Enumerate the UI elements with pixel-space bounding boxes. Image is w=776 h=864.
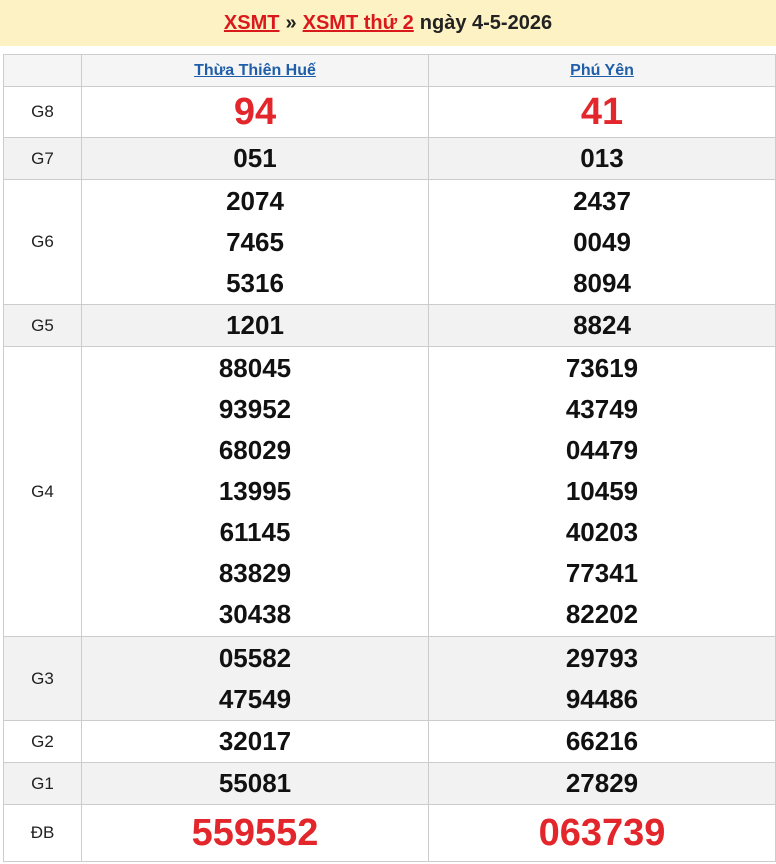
prize-number: 68029 [218, 435, 292, 465]
prize-number: 93952 [218, 394, 292, 424]
prize-row-g6: G6 2074 7465 5316 2437 0049 8094 [3, 179, 776, 305]
prize-number: 61145 [219, 517, 291, 547]
prize-number: 04479 [565, 435, 639, 465]
prize-cell-province-2: 8824 [428, 304, 776, 347]
prize-label: G7 [3, 137, 82, 180]
prize-cell-province-2: 41 [428, 86, 776, 138]
prize-number: 1201 [226, 310, 284, 340]
prize-cell-province-2: 063739 [428, 804, 776, 862]
xsmt-day-link[interactable]: XSMT thứ 2 [303, 12, 414, 35]
prize-row-g3: G3 05582 47549 29793 94486 [3, 636, 776, 721]
prize-row-g5: G5 1201 8824 [3, 304, 776, 347]
prize-cell-province-2: 27829 [428, 762, 776, 805]
results-table: Thừa Thiên Huế Phú Yên G8 94 41 G7 051 013 G6 2… [3, 54, 776, 862]
prize-row-g1: G1 55081 27829 [3, 762, 776, 805]
prize-number: 10459 [565, 476, 639, 506]
prize-row-g7: G7 051 013 [3, 137, 776, 180]
prize-number: 94486 [565, 683, 639, 714]
prize-number: 27829 [565, 768, 639, 798]
prize-number: 0049 [573, 226, 631, 257]
prize-number: 94 [233, 90, 277, 133]
prize-number: 66216 [565, 726, 639, 756]
prize-number: 55081 [218, 768, 292, 798]
province-header-2: Phú Yên [428, 54, 776, 87]
prize-number: 2437 [573, 185, 631, 216]
prize-row-đb: ĐB 559552 063739 [3, 804, 776, 862]
prize-number: 051 [233, 143, 277, 173]
prize-cell-province-2: 66216 [428, 720, 776, 763]
prize-number: 73619 [565, 353, 639, 383]
prize-cell-province-1: 94 [81, 86, 429, 138]
province-link-2[interactable]: Phú Yên [570, 62, 634, 79]
page-header: XSMT » XSMT thứ 2 ngày 4-5-2026 [0, 0, 776, 46]
prize-cell-province-2: 2437 0049 8094 [428, 179, 776, 305]
prize-number: 013 [580, 143, 624, 173]
prize-label: G6 [3, 179, 82, 305]
prize-cell-province-1: 2074 7465 5316 [81, 179, 429, 305]
prize-number: 43749 [565, 394, 639, 424]
prize-cell-province-2: 73619 43749 04479 10459 40203 77341 82202 [428, 346, 776, 637]
prize-rows: G8 94 41 G7 051 013 G6 2074 7465 5316 2437 0049 8094… [3, 86, 776, 862]
prize-label: G5 [3, 304, 82, 347]
prize-cell-province-1: 559552 [81, 804, 429, 862]
prize-number: 41 [580, 90, 624, 133]
prize-number: 83829 [218, 558, 292, 588]
prize-column-header [3, 54, 82, 87]
province-header-1: Thừa Thiên Huế [81, 54, 429, 87]
prize-cell-province-1: 55081 [81, 762, 429, 805]
breadcrumb-separator: » [285, 11, 297, 34]
prize-number: 13995 [218, 476, 292, 506]
prize-number: 77341 [565, 558, 639, 588]
prize-label: G2 [3, 720, 82, 763]
prize-cell-province-2: 29793 94486 [428, 636, 776, 721]
prize-number: 559552 [191, 811, 319, 854]
prize-number: 88045 [218, 353, 292, 383]
prize-cell-province-2: 013 [428, 137, 776, 180]
province-link-1[interactable]: Thừa Thiên Huế [194, 62, 316, 79]
prize-number: 2074 [226, 185, 284, 216]
prize-label: G4 [3, 346, 82, 637]
prize-cell-province-1: 32017 [81, 720, 429, 763]
prize-number: 7465 [226, 226, 284, 257]
prize-number: 8824 [573, 310, 631, 340]
prize-number: 063739 [538, 811, 666, 854]
prize-number: 29793 [565, 642, 639, 673]
prize-label: G1 [3, 762, 82, 805]
prize-number: 82202 [565, 599, 639, 629]
prize-row-g8: G8 94 41 [3, 86, 776, 138]
prize-label: G3 [3, 636, 82, 721]
xsmt-link[interactable]: XSMT [224, 12, 280, 35]
prize-number: 32017 [218, 726, 292, 756]
prize-number: 40203 [565, 517, 639, 547]
prize-number: 47549 [218, 683, 292, 714]
prize-cell-province-1: 88045 93952 68029 13995 61145 83829 30438 [81, 346, 429, 637]
prize-number: 5316 [226, 267, 284, 298]
prize-label: ĐB [3, 804, 82, 862]
draw-date: ngày 4-5-2026 [419, 11, 553, 34]
prize-number: 30438 [218, 599, 292, 629]
prize-number: 8094 [573, 267, 631, 298]
prize-cell-province-1: 051 [81, 137, 429, 180]
prize-cell-province-1: 05582 47549 [81, 636, 429, 721]
table-header-row: Thừa Thiên Huế Phú Yên [3, 54, 776, 87]
prize-row-g4: G4 88045 93952 68029 13995 61145 83829 30438 736… [3, 346, 776, 637]
prize-label: G8 [3, 86, 82, 138]
prize-row-g2: G2 32017 66216 [3, 720, 776, 763]
prize-number: 05582 [218, 642, 292, 673]
prize-cell-province-1: 1201 [81, 304, 429, 347]
